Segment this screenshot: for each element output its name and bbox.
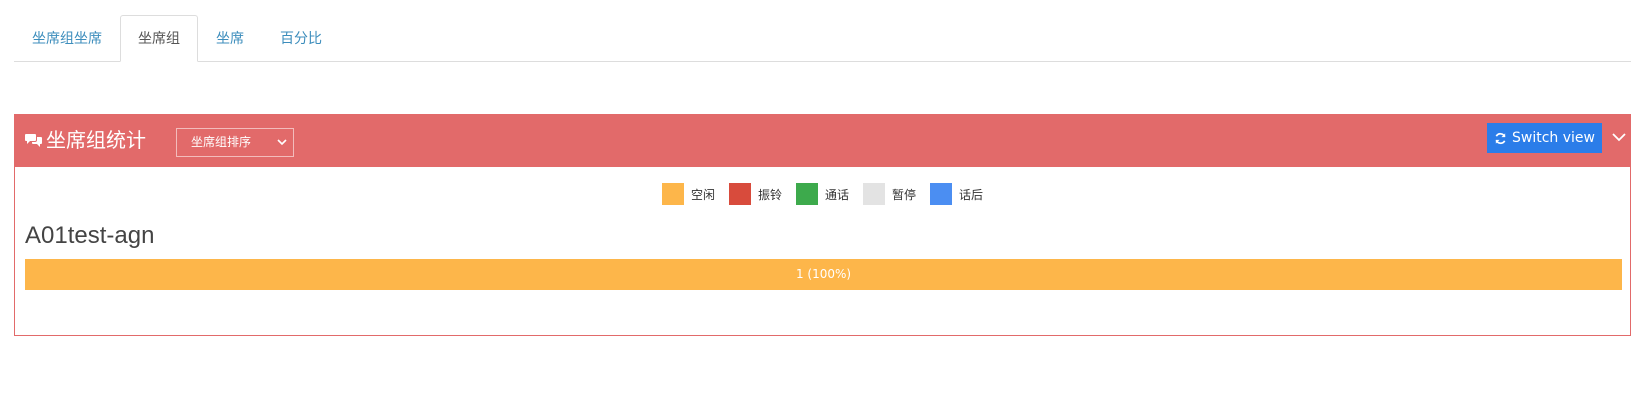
collapse-chevron-icon[interactable] xyxy=(1611,129,1627,145)
legend-item-idle: 空闲 xyxy=(661,183,715,205)
status-progress-bar: 1 (100%) xyxy=(25,259,1622,290)
chevron-down-icon xyxy=(277,139,287,146)
legend-item-talking: 通话 xyxy=(795,183,849,205)
idle-progress-fill: 1 (100%) xyxy=(25,259,1622,290)
agent-group-name: A01test-agn xyxy=(25,222,155,249)
tab-agent-groups[interactable]: 坐席组 xyxy=(120,15,198,62)
legend-label-after-call: 话后 xyxy=(959,187,984,202)
legend-swatch-talking xyxy=(795,183,818,205)
legend-swatch-paused xyxy=(863,183,885,205)
panel-header: 坐席组统计 坐席组排序 Switch view xyxy=(15,115,1630,167)
legend-swatch-idle xyxy=(661,183,684,205)
legend-item-paused: 暂停 xyxy=(863,183,916,205)
switch-view-button[interactable]: Switch view xyxy=(1487,123,1602,153)
legend-item-ringing: 振铃 xyxy=(728,183,782,205)
refresh-icon xyxy=(1495,132,1506,144)
legend-label-paused: 暂停 xyxy=(892,187,917,202)
legend-label-talking: 通话 xyxy=(824,187,849,202)
legend-swatch-ringing xyxy=(728,183,751,205)
agent-group-stats-panel: 坐席组统计 坐席组排序 Switch view 空闲 振铃 通话 暂停 话后 A… xyxy=(14,114,1631,336)
tab-agent-group-agents[interactable]: 坐席组坐席 xyxy=(14,15,120,62)
tab-percentage[interactable]: 百分比 xyxy=(262,15,340,62)
tab-agents[interactable]: 坐席 xyxy=(198,15,262,62)
comments-icon xyxy=(25,134,42,147)
legend-swatch-after-call xyxy=(930,183,953,205)
status-legend: 空闲 振铃 通话 暂停 话后 xyxy=(15,183,1630,205)
legend-item-after-call: 话后 xyxy=(930,183,983,205)
sort-order-select[interactable]: 坐席组排序 xyxy=(176,128,294,157)
legend-label-ringing: 振铃 xyxy=(757,187,782,202)
tab-bar: 坐席组坐席 坐席组 坐席 百分比 xyxy=(14,15,1631,62)
switch-view-label: Switch view xyxy=(1512,130,1595,146)
legend-label-idle: 空闲 xyxy=(690,187,715,202)
sort-select-value: 坐席组排序 xyxy=(191,135,252,149)
panel-title: 坐席组统计 xyxy=(46,128,146,152)
